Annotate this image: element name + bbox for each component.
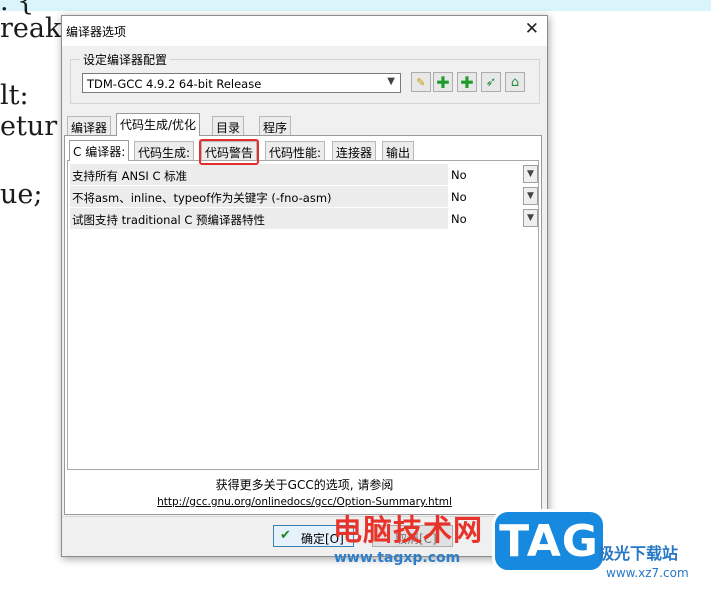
code-line: reak <box>0 13 62 44</box>
watermark-url: www.tagxp.com <box>334 550 461 566</box>
add-copy-icon: ✚ <box>460 72 474 92</box>
chevron-down-icon[interactable]: ▼ <box>523 165 538 183</box>
option-label: 试图支持 traditional C 预编译器特性 <box>70 208 448 229</box>
code-line: etur <box>0 111 58 142</box>
watermark-logo: TAG <box>492 509 606 573</box>
code-line: lt: <box>0 80 29 111</box>
options-list: 支持所有 ANSI C 标准 No ▼ 不将asm、inline、typeof作… <box>67 160 539 470</box>
editor-current-line <box>0 0 711 11</box>
chevron-down-icon[interactable]: ▼ <box>523 209 538 227</box>
chevron-down-icon: ▼ <box>387 76 395 87</box>
code-line: ue; <box>0 179 43 210</box>
compiler-options-dialog: 编译器选项 ✕ 设定编译器配置 TDM-GCC 4.9.2 64-bit Rel… <box>61 15 548 557</box>
chevron-down-icon[interactable]: ▼ <box>523 187 538 205</box>
subtab-c-compiler[interactable]: C 编译器: <box>69 140 130 161</box>
add-icon: ✚ <box>436 72 450 92</box>
rename-icon: ✎ <box>416 75 426 89</box>
option-row[interactable]: 试图支持 traditional C 预编译器特性 No ▼ <box>70 208 538 230</box>
group-label: 设定编译器配置 <box>80 51 171 68</box>
option-value[interactable]: No <box>451 212 467 226</box>
watermark-site-name: 电脑技术网 <box>333 513 484 547</box>
delete-config-button[interactable]: ⌂ <box>505 72 525 92</box>
rename-config-button[interactable]: ✎ <box>411 72 431 92</box>
subtab-output[interactable]: 输出 <box>382 141 415 160</box>
add-copy-config-button[interactable]: ✚ <box>457 72 477 92</box>
tab-directories[interactable]: 目录 <box>212 116 245 135</box>
tab-programs[interactable]: 程序 <box>259 116 292 135</box>
dialog-title: 编译器选项 <box>66 25 127 39</box>
tab-code-generation-optimization[interactable]: 代码生成/优化 <box>116 113 201 136</box>
option-value[interactable]: No <box>451 168 467 182</box>
close-icon[interactable]: ✕ <box>525 19 539 39</box>
watermark-right-url: www.xz7.com <box>606 566 689 580</box>
watermark-right-name: 极光下载站 <box>598 544 679 563</box>
option-row[interactable]: 不将asm、inline、typeof作为关键字 (-fno-asm) No ▼ <box>70 186 538 208</box>
check-icon: ✔ <box>280 528 291 543</box>
option-label: 不将asm、inline、typeof作为关键字 (-fno-asm) <box>70 186 448 207</box>
option-label: 支持所有 ANSI C 标准 <box>70 164 448 185</box>
add-config-button[interactable]: ✚ <box>433 72 453 92</box>
dialog-titlebar: 编译器选项 ✕ <box>62 16 547 46</box>
subtab-code-profiling[interactable]: 代码性能: <box>265 141 326 160</box>
delete-icon: ⌂ <box>510 74 520 90</box>
highlight-annotation <box>199 139 259 165</box>
compiler-select-value: TDM-GCC 4.9.2 64-bit Release <box>87 77 262 91</box>
subtab-linker[interactable]: 连接器 <box>332 141 377 160</box>
find-config-button[interactable]: ➶ <box>481 72 501 92</box>
option-row[interactable]: 支持所有 ANSI C 标准 No ▼ <box>70 164 538 186</box>
compiler-select[interactable]: TDM-GCC 4.9.2 64-bit Release ▼ <box>82 73 401 93</box>
subtab-code-generation[interactable]: 代码生成: <box>134 141 195 160</box>
more-options-text: 获得更多关于GCC的选项, 请参阅 <box>215 478 394 492</box>
option-value[interactable]: No <box>451 190 467 204</box>
tab-compiler[interactable]: 编译器 <box>67 116 112 135</box>
find-icon: ➶ <box>485 74 497 90</box>
